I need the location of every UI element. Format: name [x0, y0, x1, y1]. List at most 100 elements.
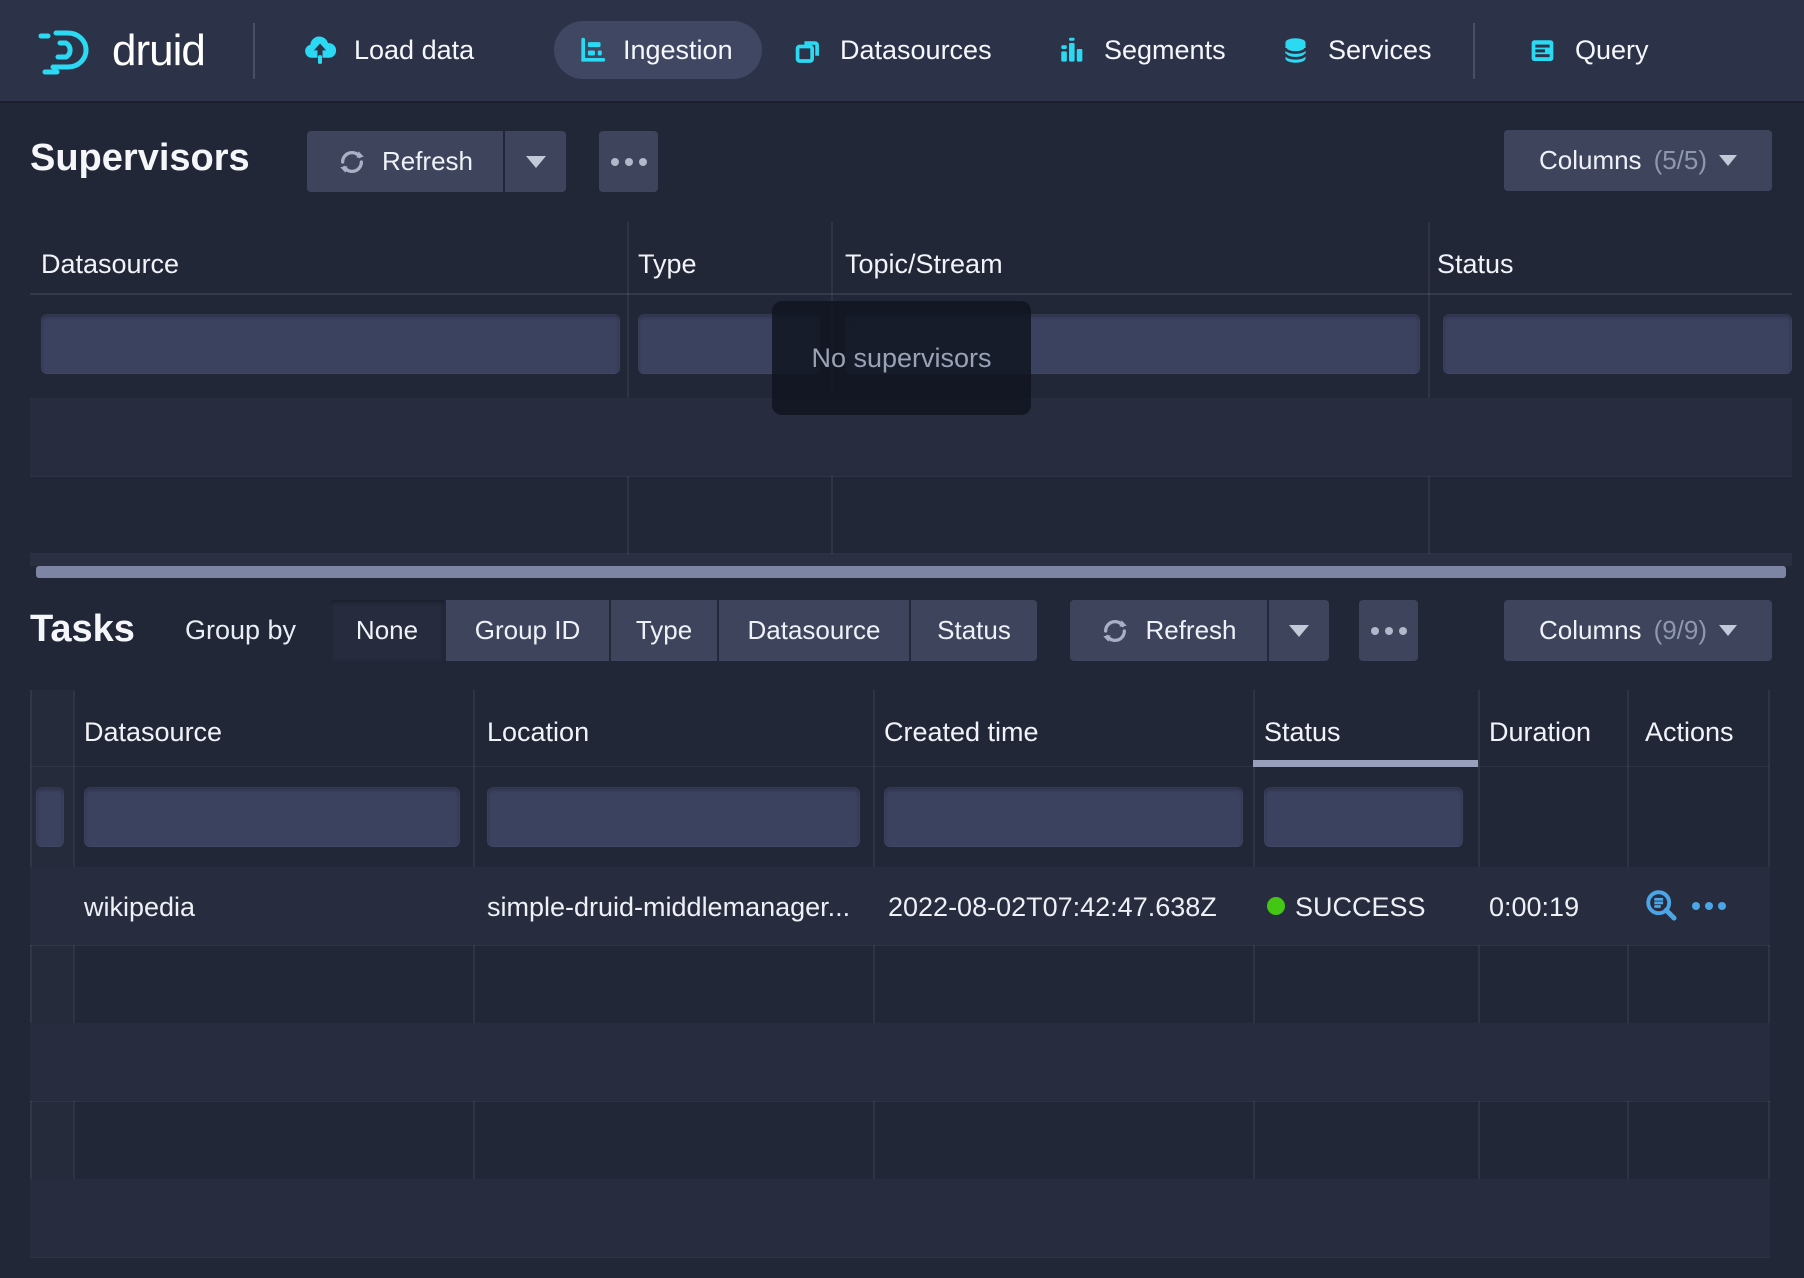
- status-sort-indicator: [1253, 760, 1478, 767]
- supervisors-refresh-split-button: Refresh: [307, 131, 566, 192]
- refresh-label: Refresh: [1145, 615, 1236, 646]
- druid-console: druid Load data Ingestion: [0, 0, 1804, 1278]
- nav-divider: [253, 23, 255, 79]
- column-divider: [627, 222, 629, 554]
- tasks-refresh-button[interactable]: Refresh: [1070, 600, 1267, 661]
- tasks-filter-status[interactable]: [1264, 787, 1463, 847]
- column-divider: [73, 690, 75, 1257]
- narrow-column: [30, 690, 73, 1257]
- supervisors-header-type[interactable]: Type: [638, 248, 697, 280]
- supervisors-refresh-button[interactable]: Refresh: [307, 131, 503, 192]
- row-border: [30, 476, 1792, 477]
- druid-wordmark: druid: [112, 0, 205, 101]
- nav-item-label: Services: [1328, 35, 1432, 66]
- header-border: [30, 766, 1770, 767]
- refresh-icon: [1100, 616, 1130, 646]
- group-by-type-button[interactable]: Type: [611, 600, 717, 661]
- column-divider: [30, 690, 32, 1257]
- tasks-filter-created-time[interactable]: [884, 787, 1243, 847]
- nav-item-segments[interactable]: Segments: [1056, 0, 1226, 101]
- cell-created-time[interactable]: 2022-08-02T07:42:47.638Z: [888, 892, 1217, 923]
- chevron-down-icon: [526, 156, 546, 168]
- hscrollbar-thumb[interactable]: [36, 566, 1786, 578]
- row-border: [30, 1101, 1770, 1102]
- group-by-button-group: None Group ID Type Datasource Status: [330, 600, 1037, 661]
- nav-item-label: Ingestion: [623, 35, 733, 66]
- cell-datasource[interactable]: wikipedia: [84, 892, 195, 923]
- nav-item-label: Datasources: [840, 35, 992, 66]
- top-navbar: druid Load data Ingestion: [0, 0, 1804, 101]
- supervisors-refresh-dropdown-button[interactable]: [505, 131, 566, 192]
- supervisors-header-topic-stream[interactable]: Topic/Stream: [845, 248, 1003, 280]
- supervisors-header-status[interactable]: Status: [1437, 248, 1514, 280]
- column-divider: [1253, 690, 1255, 1257]
- supervisors-filter-datasource[interactable]: [41, 314, 620, 374]
- tasks-filter-datasource[interactable]: [84, 787, 460, 847]
- group-by-datasource-button[interactable]: Datasource: [719, 600, 909, 661]
- column-divider: [1627, 690, 1629, 1257]
- supervisors-filter-status[interactable]: [1443, 314, 1792, 374]
- cell-duration[interactable]: 0:00:19: [1489, 892, 1579, 923]
- nav-item-label: Load data: [354, 35, 474, 66]
- layers-icon: [792, 35, 823, 66]
- druid-logo-icon: [36, 26, 102, 76]
- tasks-header-datasource[interactable]: Datasource: [84, 716, 222, 748]
- tasks-columns-button[interactable]: Columns (9/9): [1504, 600, 1772, 661]
- tasks-header-created-time[interactable]: Created time: [884, 716, 1039, 748]
- tasks-more-button[interactable]: [1359, 600, 1418, 661]
- refresh-label: Refresh: [382, 146, 473, 177]
- chevron-down-icon: [1719, 625, 1737, 636]
- tasks-filter-location[interactable]: [487, 787, 860, 847]
- nav-item-datasources[interactable]: Datasources: [792, 0, 992, 101]
- tasks-refresh-split-button: Refresh: [1070, 600, 1329, 661]
- query-editor-icon: [1527, 35, 1558, 66]
- hscrollbar-track: [30, 554, 1792, 566]
- supervisors-columns-button[interactable]: Columns (5/5): [1504, 130, 1772, 191]
- nav-item-label: Segments: [1104, 35, 1226, 66]
- search-details-icon[interactable]: [1644, 888, 1680, 924]
- column-divider: [1428, 222, 1430, 554]
- upload-cloud-icon: [303, 34, 337, 68]
- chevron-down-icon: [1289, 625, 1309, 637]
- row-more-actions-icon[interactable]: [1692, 902, 1726, 910]
- table-row: [30, 1023, 1770, 1101]
- group-by-none-button[interactable]: None: [330, 600, 444, 661]
- tasks-header-location[interactable]: Location: [487, 716, 589, 748]
- columns-label: Columns: [1539, 615, 1642, 646]
- supervisors-table: Datasource Type Topic/Stream Status No s…: [30, 222, 1792, 578]
- group-by-label: Group by: [185, 600, 296, 661]
- supervisors-header-datasource[interactable]: Datasource: [41, 248, 179, 280]
- no-supervisors-overlay: No supervisors: [772, 301, 1031, 415]
- column-divider: [473, 690, 475, 1257]
- tasks-filter-task-id[interactable]: [36, 787, 64, 847]
- success-status-dot-icon: [1267, 897, 1285, 915]
- nav-divider: [1473, 23, 1475, 79]
- more-ellipsis-icon: [611, 158, 647, 166]
- nav-item-query[interactable]: Query: [1527, 0, 1649, 101]
- columns-label: Columns: [1539, 145, 1642, 176]
- tasks-header-duration[interactable]: Duration: [1489, 716, 1591, 748]
- tasks-refresh-dropdown-button[interactable]: [1269, 600, 1329, 661]
- tasks-title: Tasks: [30, 608, 135, 651]
- column-divider: [1768, 690, 1770, 1257]
- row-border: [30, 945, 1770, 946]
- group-by-status-button[interactable]: Status: [911, 600, 1037, 661]
- cell-status[interactable]: SUCCESS: [1295, 892, 1426, 923]
- refresh-icon: [337, 147, 367, 177]
- tasks-header-status-sorted[interactable]: Status: [1264, 716, 1341, 748]
- empty-message: No supervisors: [811, 343, 991, 374]
- nav-item-ingestion[interactable]: Ingestion: [554, 21, 762, 79]
- supervisors-more-button[interactable]: [599, 131, 658, 192]
- group-by-group-id-button[interactable]: Group ID: [446, 600, 609, 661]
- nav-item-services[interactable]: Services: [1280, 0, 1432, 101]
- tasks-table: Datasource Location Created time Status …: [30, 690, 1770, 1258]
- header-border: [30, 293, 1792, 295]
- columns-count: (5/5): [1654, 145, 1707, 176]
- bar-chart-icon: [1056, 35, 1087, 66]
- more-ellipsis-icon: [1371, 627, 1407, 635]
- column-divider: [873, 690, 875, 1257]
- table-row: [30, 1179, 1770, 1257]
- tasks-header-actions[interactable]: Actions: [1645, 716, 1734, 748]
- nav-item-load-data[interactable]: Load data: [303, 0, 474, 101]
- cell-location[interactable]: simple-druid-middlemanager...: [487, 892, 850, 923]
